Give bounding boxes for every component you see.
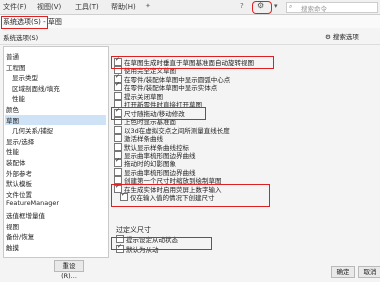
highlight-auto-rotate: [111, 56, 274, 69]
pin-icon[interactable]: ✦: [145, 2, 151, 10]
tree-item[interactable]: 工程图: [6, 62, 26, 72]
menu-bar: 文件(F) 视图(V) 工具(T) 帮助(H) ✦ ? ⚙ ▾ ⌕ 搜索命令: [0, 0, 380, 15]
dropdown-arrow-icon[interactable]: ▾: [274, 2, 278, 10]
search-options-icon: ⚙: [325, 33, 331, 41]
tree-item[interactable]: 普通: [6, 51, 19, 61]
tree-item[interactable]: 性能: [12, 93, 25, 103]
highlight-drag-modify: [111, 107, 206, 120]
ok-button[interactable]: 确定: [331, 266, 355, 278]
tree-item[interactable]: 选值框增量值: [6, 210, 45, 220]
tree-item[interactable]: 外部参考: [6, 168, 32, 178]
highlight-numeric-input: [111, 184, 270, 207]
search-placeholder: 搜索命令: [301, 5, 327, 13]
help-icon[interactable]: ?: [240, 2, 244, 10]
tree-item[interactable]: 默认模板: [6, 178, 32, 188]
tree-item[interactable]: FeatureManager: [6, 199, 59, 207]
tree-item[interactable]: 几何关系/捕捉: [12, 125, 53, 135]
dialog-titlebar: 系统选项(S) - 草图: [0, 15, 380, 29]
tree-item[interactable]: 显示类型: [12, 72, 38, 82]
tree-item[interactable]: 视图: [6, 221, 19, 231]
tree-item[interactable]: 草图: [5, 114, 106, 125]
tree-item[interactable]: 文件位置: [6, 189, 32, 199]
menu-help[interactable]: 帮助(H): [111, 2, 136, 12]
tree-item[interactable]: 显示/选择: [6, 136, 34, 146]
tree-item[interactable]: 性能: [6, 146, 19, 156]
highlight-default-driven: [111, 237, 212, 250]
tree-item[interactable]: 备份/恢复: [6, 231, 34, 241]
search-command-input[interactable]: ⌕ 搜索命令: [286, 2, 378, 13]
tab-system-options[interactable]: 系统选项(S): [3, 32, 38, 42]
cancel-button[interactable]: 取消: [358, 266, 380, 278]
menu-view[interactable]: 视图(V): [37, 2, 61, 12]
tree-item[interactable]: 装配体: [6, 157, 26, 167]
system-options-dialog: 系统选项(S) - 草图 系统选项(S) ⚙ 搜索选项 普通 工程图 显示类型 区域剖…: [0, 15, 380, 282]
tree-item[interactable]: 区域剖面线/填充: [12, 83, 60, 93]
menu-file[interactable]: 文件(F): [3, 2, 27, 12]
gear-icon[interactable]: ⚙: [257, 1, 264, 10]
search-options-link[interactable]: ⚙ 搜索选项: [325, 31, 359, 41]
search-icon: ⌕: [289, 3, 293, 10]
tree-item[interactable]: 触摸: [6, 242, 19, 252]
reset-button[interactable]: 重设(R)...: [54, 260, 84, 280]
menu-tools[interactable]: 工具(T): [75, 2, 99, 12]
tree-item[interactable]: 颜色: [6, 104, 19, 114]
sketch-options-panel: 在草图生成时垂直于草图基准面自动旋转视图使用完全定义草图在零件/装配体草图中显示…: [112, 46, 376, 254]
options-tree: 普通 工程图 显示类型 区域剖面线/填充 性能 颜色 草图 几何关系/捕捉 显示/选择 性能 装配体…: [3, 46, 109, 258]
tab-row: 系统选项(S) ⚙ 搜索选项: [0, 28, 380, 45]
